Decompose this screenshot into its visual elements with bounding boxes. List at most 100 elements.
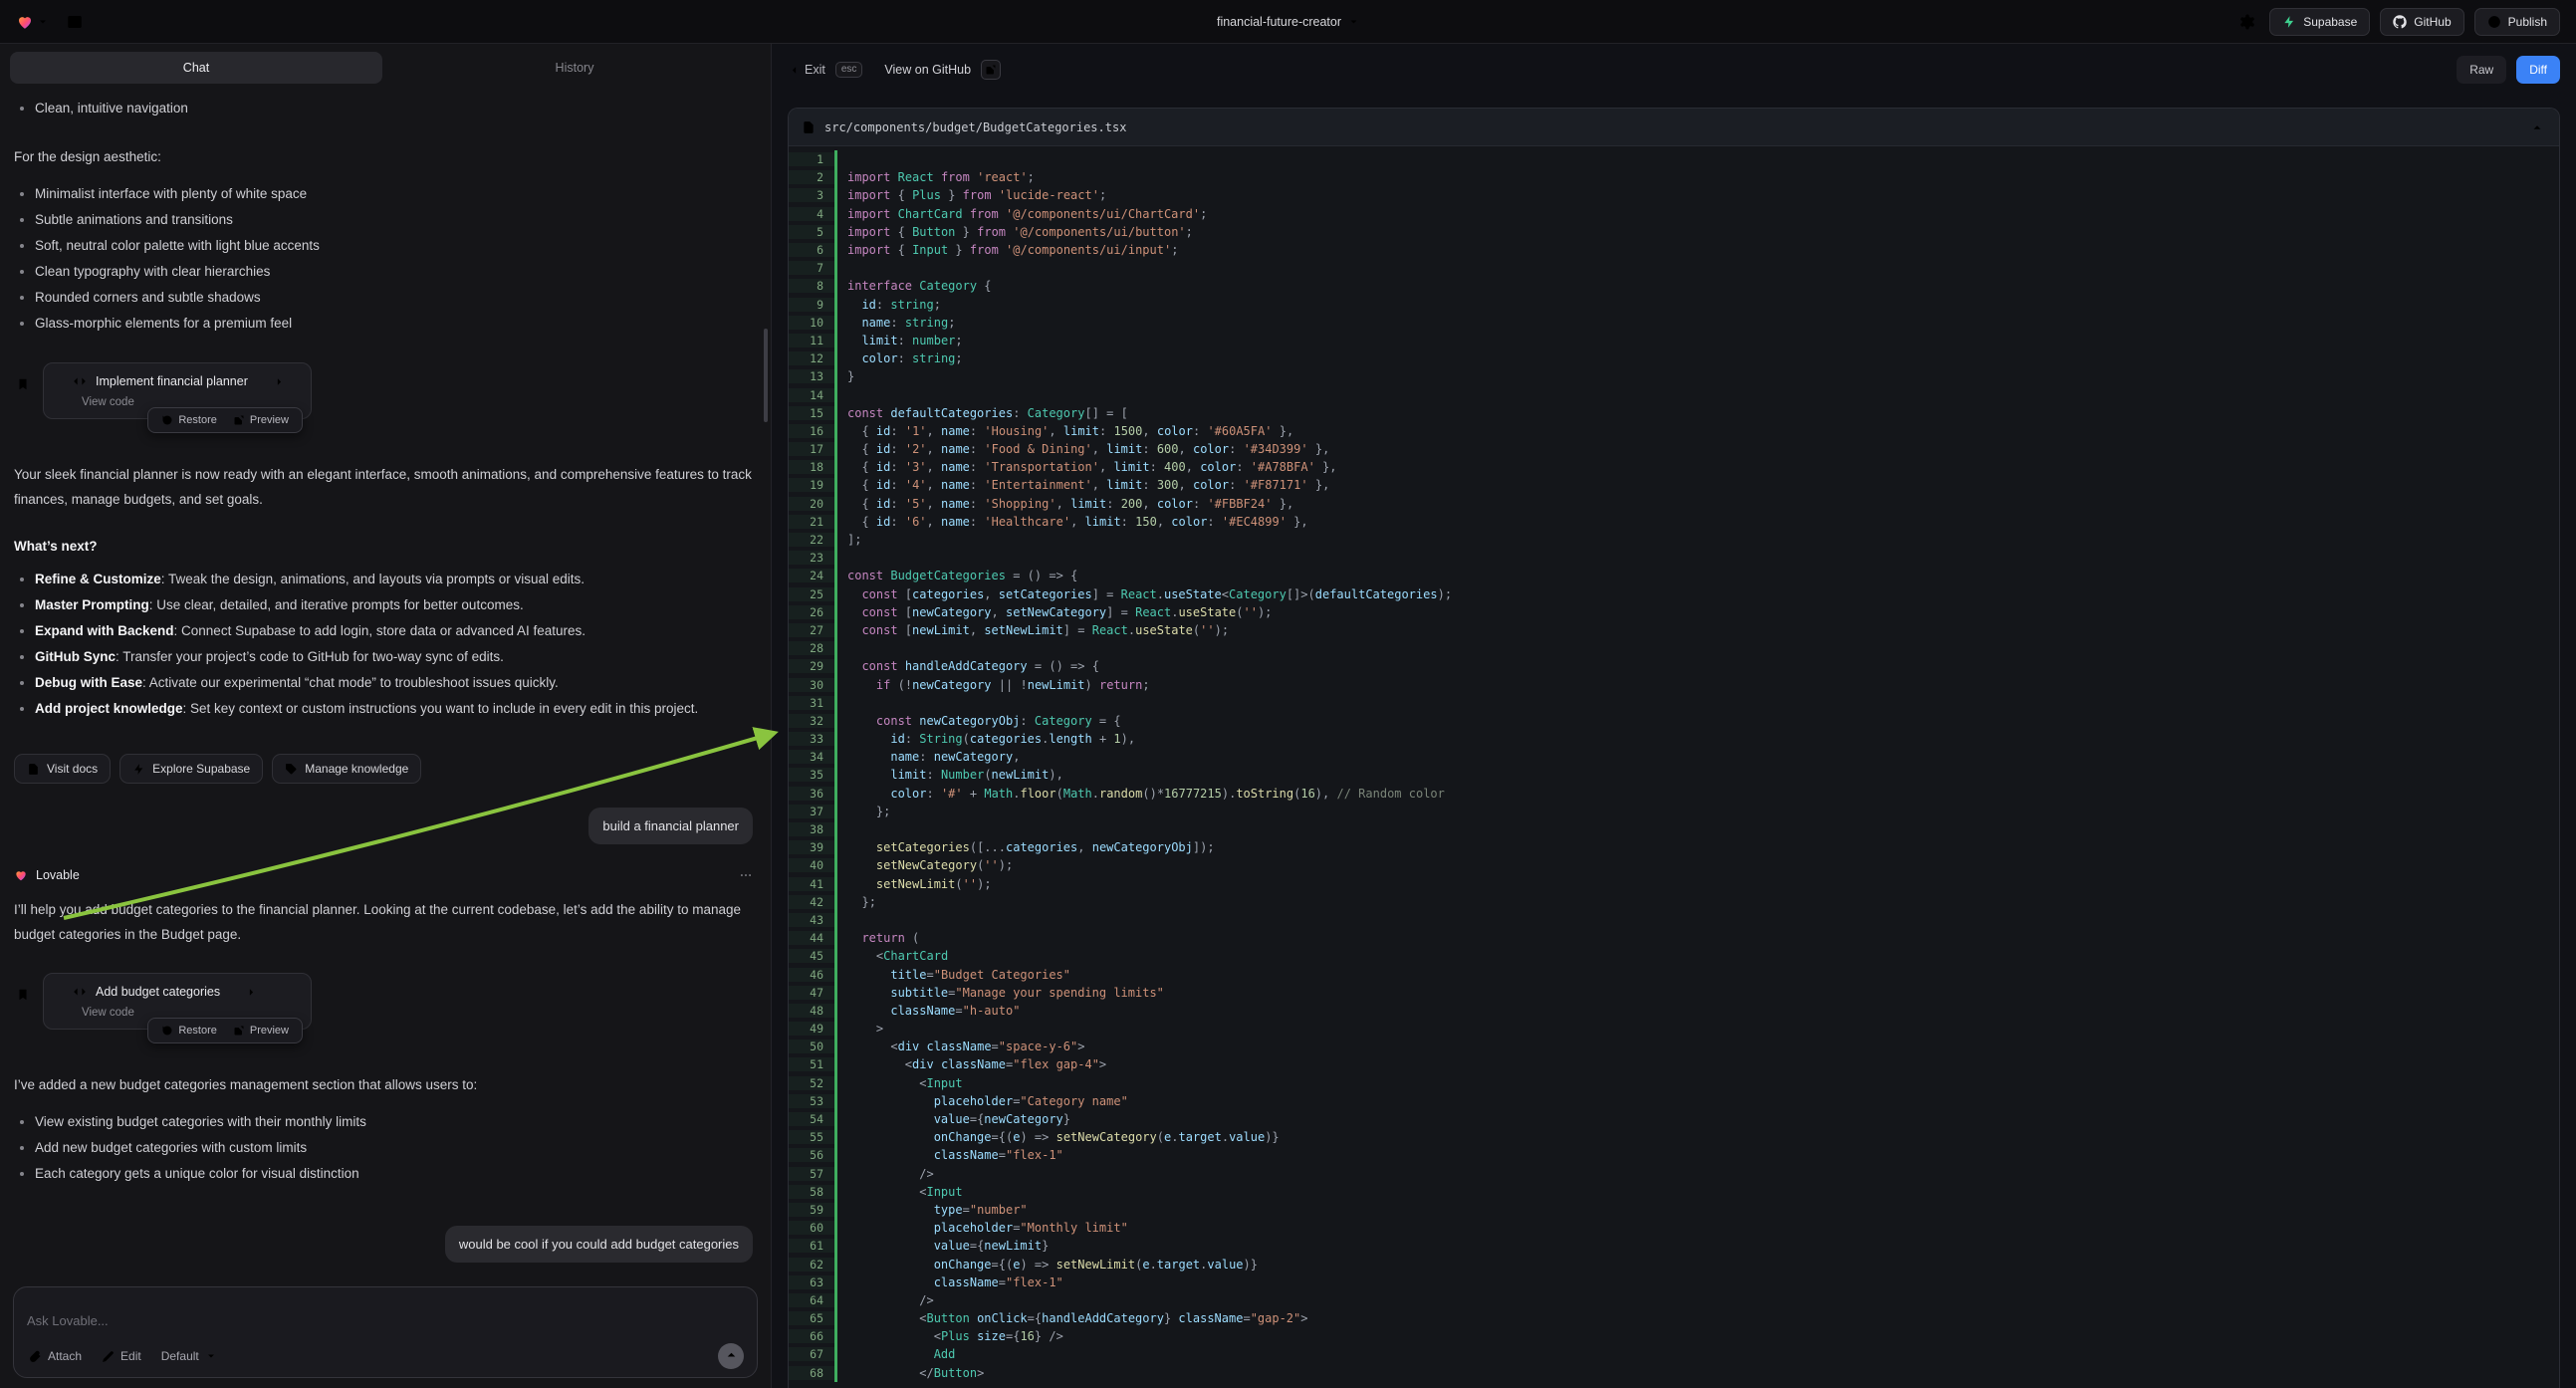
chat-input[interactable] [27, 1298, 744, 1343]
design-heading: For the design aesthetic: [14, 144, 753, 169]
sidebar-toggle-button[interactable] [63, 10, 87, 34]
supabase-button[interactable]: Supabase [2269, 8, 2370, 36]
explore-supabase-button[interactable]: Explore Supabase [119, 754, 263, 784]
view-code-link[interactable]: View code [82, 396, 134, 408]
code-line: 28 [789, 639, 2559, 657]
list-item: GitHub Sync: Transfer your project’s cod… [35, 644, 753, 670]
bookmark-button[interactable] [14, 375, 32, 393]
list-item: Debug with Ease: Activate our experiment… [35, 670, 753, 696]
edit-button[interactable]: Edit [100, 1347, 143, 1365]
code-line: 57 /> [789, 1165, 2559, 1183]
code-line: 39 setCategories([...categories, newCate… [789, 838, 2559, 856]
external-link-icon [981, 60, 1001, 80]
code-line: 58 <Input [789, 1183, 2559, 1201]
restore-label: Restore [178, 1025, 217, 1037]
supabase-icon [2282, 15, 2296, 29]
code-line: 2import React from 'react'; [789, 168, 2559, 186]
diff-toggle-button[interactable]: Diff [2516, 56, 2560, 84]
code-line: 67 Add [789, 1345, 2559, 1363]
chevron-down-icon [1347, 16, 1359, 28]
publish-button[interactable]: Publish [2474, 8, 2560, 36]
code-line: 24const BudgetCategories = () => { [789, 567, 2559, 584]
manage-knowledge-button[interactable]: Manage knowledge [272, 754, 421, 784]
code-line: 21 { id: '6', name: 'Healthcare', limit:… [789, 513, 2559, 531]
app-window: financial-future-creator Supabase GitHub… [0, 0, 2576, 1388]
send-button[interactable] [718, 1343, 744, 1369]
list-item: Rounded corners and subtle shadows [35, 285, 753, 311]
chevron-right-icon [273, 375, 286, 388]
assistant-name: Lovable [36, 868, 80, 882]
code-line: 20 { id: '5', name: 'Shopping', limit: 2… [789, 495, 2559, 513]
user-message-row: build a financial planner [14, 808, 753, 844]
code-line: 19 { id: '4', name: 'Entertainment', lim… [789, 476, 2559, 494]
code-line: 51 <div className="flex gap-4"> [789, 1055, 2559, 1073]
preview-button[interactable]: Preview [226, 411, 296, 429]
visit-docs-button[interactable]: Visit docs [14, 754, 111, 784]
chevron-down-icon [37, 16, 49, 28]
view-code-link[interactable]: View code [82, 1007, 134, 1019]
code-line: 56 className="flex-1" [789, 1146, 2559, 1164]
project-menu[interactable]: financial-future-creator [1217, 15, 1359, 29]
supabase-icon [132, 763, 145, 776]
preview-button[interactable]: Preview [226, 1022, 296, 1040]
action-card-implement-planner[interactable]: Implement financial planner View code Re… [43, 362, 312, 419]
code-line: 35 limit: Number(newLimit), [789, 766, 2559, 784]
raw-toggle-button[interactable]: Raw [2457, 56, 2506, 84]
code-line: 49 > [789, 1020, 2559, 1038]
restore-button[interactable]: Restore [154, 411, 224, 429]
collapse-file-button[interactable] [2528, 118, 2546, 136]
file-icon [802, 120, 816, 134]
code-line: 64 /> [789, 1291, 2559, 1309]
code-line: 26 const [newCategory, setNewCategory] =… [789, 603, 2559, 621]
code-line: 4import ChartCard from '@/components/ui/… [789, 205, 2559, 223]
code-line: 31 [789, 694, 2559, 712]
file-header[interactable]: src/components/budget/BudgetCategories.t… [789, 109, 2559, 146]
bookmark-button[interactable] [14, 986, 32, 1004]
code-line: 25 const [categories, setCategories] = R… [789, 585, 2559, 603]
settings-button[interactable] [2235, 10, 2259, 34]
attach-button[interactable]: Attach [27, 1347, 84, 1365]
view-on-github-link[interactable]: View on GitHub [884, 63, 971, 77]
code-icon [73, 374, 87, 388]
code-line: 41 setNewLimit(''); [789, 875, 2559, 893]
file-card: src/components/budget/BudgetCategories.t… [788, 108, 2560, 1388]
bookmark-icon [16, 377, 30, 391]
code-line: 53 placeholder="Category name" [789, 1092, 2559, 1110]
exit-label: Exit [805, 63, 825, 77]
document-icon [27, 763, 40, 776]
code-line: 6import { Input } from '@/components/ui/… [789, 241, 2559, 259]
code-line: 34 name: newCategory, [789, 748, 2559, 766]
esc-shortcut-hint: esc [835, 62, 863, 78]
restore-button[interactable]: Restore [154, 1022, 224, 1040]
mode-selector[interactable]: Default [159, 1347, 219, 1365]
code-line: 9 id: string; [789, 296, 2559, 314]
tab-chat[interactable]: Chat [10, 52, 382, 84]
code-line: 30 if (!newCategory || !newLimit) return… [789, 675, 2559, 693]
code-line: 37 }; [789, 803, 2559, 820]
list-item: Soft, neutral color palette with light b… [35, 233, 753, 259]
code-line: 10 name: string; [789, 314, 2559, 332]
code-line: 66 <Plus size={16} /> [789, 1327, 2559, 1345]
edit-label: Edit [120, 1349, 141, 1363]
code-line: 7 [789, 259, 2559, 277]
exit-button[interactable]: Exit [788, 63, 825, 77]
action-card-add-budget-categories[interactable]: Add budget categories View code Restore [43, 973, 312, 1030]
github-label: GitHub [2414, 15, 2451, 29]
github-button[interactable]: GitHub [2380, 8, 2463, 36]
chevron-down-icon [205, 1350, 217, 1362]
code-line: 48 className="h-auto" [789, 1002, 2559, 1020]
scrollbar-thumb[interactable] [764, 329, 768, 422]
lovable-heart-icon [16, 13, 34, 31]
chat-tabbar: Chat History [0, 44, 771, 90]
arrow-up-icon [725, 1350, 738, 1363]
code-line: 22]; [789, 531, 2559, 549]
assistant-action-row: Implement financial planner View code Re… [14, 362, 753, 419]
quick-actions-row: Visit docs Explore Supabase Manage knowl… [14, 754, 753, 784]
message-menu-button[interactable] [739, 868, 753, 882]
lovable-logo-menu[interactable] [16, 13, 49, 31]
external-link-icon [233, 414, 245, 426]
tab-history[interactable]: History [388, 52, 761, 84]
code-line: 8interface Category { [789, 277, 2559, 295]
restore-label: Restore [178, 414, 217, 426]
chat-message-list[interactable]: Clean, intuitive navigation For the desi… [0, 90, 771, 1278]
